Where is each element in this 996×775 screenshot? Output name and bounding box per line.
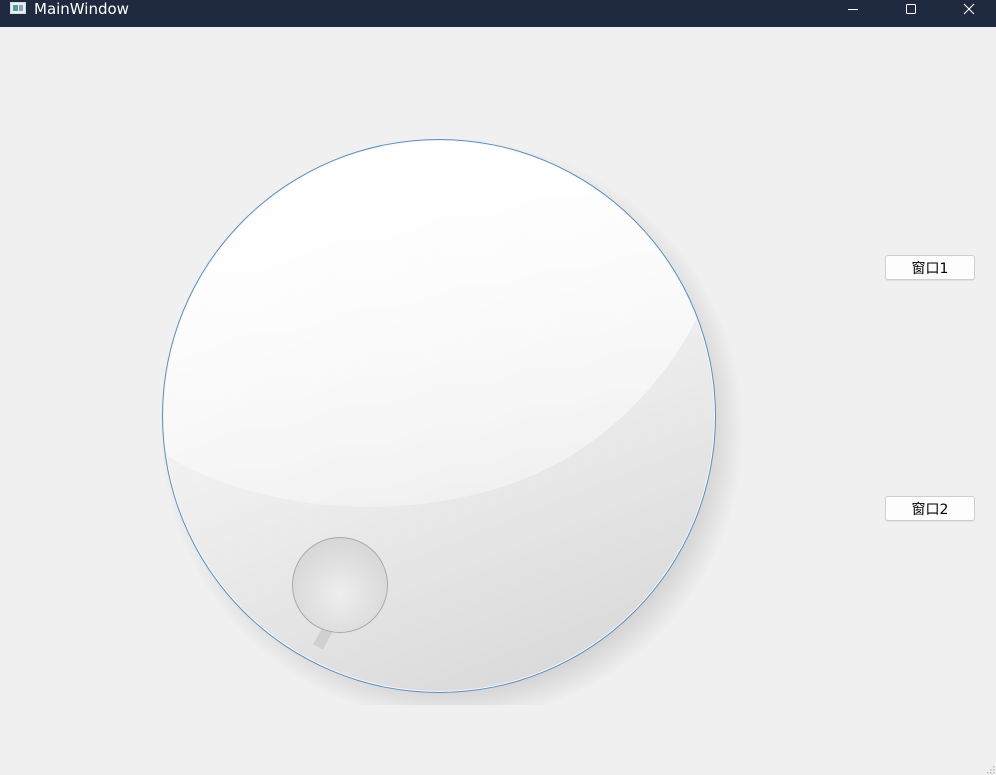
window2-button[interactable]: 窗口2: [885, 496, 975, 521]
client-area: 窗口1 窗口2: [0, 27, 996, 775]
maximize-icon: [906, 4, 916, 14]
app-window-icon: [10, 2, 26, 14]
window-title: MainWindow: [34, 0, 129, 18]
maximize-button[interactable]: [882, 0, 940, 18]
minimize-button[interactable]: [824, 0, 882, 18]
title-bar[interactable]: MainWindow: [0, 0, 996, 27]
dial-control[interactable]: [152, 105, 752, 723]
close-icon: [963, 3, 975, 15]
dial-indicator-knob[interactable]: [292, 537, 388, 633]
window1-button[interactable]: 窗口1: [885, 255, 975, 280]
resize-grip-icon[interactable]: [986, 765, 996, 775]
minimize-icon: [848, 9, 858, 10]
main-window: MainWindow 窗口1 窗口2: [0, 0, 996, 775]
close-button[interactable]: [940, 0, 996, 18]
dial-graphic[interactable]: [152, 105, 752, 723]
